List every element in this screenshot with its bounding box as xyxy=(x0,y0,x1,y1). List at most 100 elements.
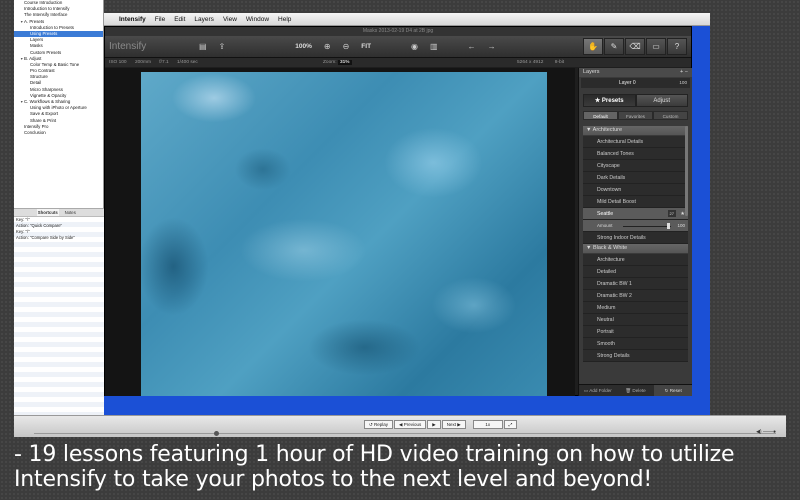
image-info-bar: ISO 100 200mm f/7.1 1/400 sec Zoom: 31% … xyxy=(105,58,691,67)
outline-item-label: Course Introduction xyxy=(24,0,63,5)
layer-opacity[interactable]: 100 xyxy=(679,78,687,88)
fullscreen-icon[interactable]: ⤢ xyxy=(503,420,518,429)
layer-row[interactable]: Layer 0 100 xyxy=(581,78,690,88)
outline-item[interactable]: Conclusion xyxy=(14,130,103,136)
reset-button[interactable]: ↻ Reset xyxy=(654,385,693,396)
tab-favorites[interactable]: Favorites xyxy=(618,111,653,120)
notes-tab-blank-2[interactable] xyxy=(82,209,105,216)
speed-field[interactable]: 1x xyxy=(472,420,503,429)
add-folder-button[interactable]: ▭ Add Folder xyxy=(579,385,617,396)
reset-label: Reset xyxy=(669,388,682,393)
preset-item[interactable]: Architecture xyxy=(583,254,688,266)
fit-button[interactable]: FIT xyxy=(361,43,371,50)
preview-eye-icon[interactable]: ◉ xyxy=(411,42,418,51)
open-folder-icon[interactable]: ▤ xyxy=(199,42,207,51)
category-label: Black & White xyxy=(592,245,628,251)
menu-app[interactable]: Intensify xyxy=(119,16,146,23)
preset-item[interactable]: Mild Detail Boost xyxy=(583,196,688,208)
outline-item-label: C. Workflows & Sharing xyxy=(24,99,71,104)
video-progress-knob[interactable] xyxy=(214,431,219,436)
outline-item-label: Detail xyxy=(30,80,42,86)
video-progress-track[interactable] xyxy=(34,433,776,434)
tab-notes[interactable]: Notes xyxy=(59,209,82,216)
preset-item[interactable]: Strong Indoor Details xyxy=(583,232,688,244)
menu-view[interactable]: View xyxy=(223,16,237,23)
preset-item[interactable]: Strong Details xyxy=(583,350,688,362)
zoom-value[interactable]: 31% xyxy=(337,60,352,65)
outline-item-label: Masks xyxy=(30,43,43,49)
outline-item-label: Conclusion xyxy=(24,129,46,135)
mask-tool-icon[interactable]: ▭ xyxy=(646,38,666,55)
tab-custom[interactable]: Custom xyxy=(653,111,688,120)
preset-item[interactable]: Dramatic BW 2 xyxy=(583,290,688,302)
menu-edit[interactable]: Edit xyxy=(174,16,185,23)
notes-tabs: Shortcuts Notes xyxy=(14,209,104,217)
share-icon[interactable]: ⇪ xyxy=(219,42,226,51)
preset-filter-tabs: Default Favorites Custom xyxy=(583,111,688,120)
layers-header: Layers + − xyxy=(579,68,692,77)
previous-button[interactable]: ◀ Previous xyxy=(394,420,427,429)
outline-item-label: A. Presets xyxy=(24,18,45,24)
play-button[interactable]: ▶ xyxy=(427,420,441,429)
tab-adjust[interactable]: Adjust xyxy=(635,94,688,107)
window-title: Masks 2013-02-19 D4 at 2B jpg xyxy=(105,27,691,36)
add-remove-layer-buttons[interactable]: + − xyxy=(680,68,688,77)
outline-item-label: Using Presets xyxy=(30,30,58,36)
delete-button[interactable]: 🗑 Delete xyxy=(617,385,655,396)
help-icon[interactable]: ? xyxy=(667,38,687,55)
outline-item-label: Introduction to Presets xyxy=(30,24,74,30)
tab-default[interactable]: Default xyxy=(583,111,618,120)
outline-item-label: Vignette & Opacity xyxy=(30,92,67,98)
preset-item[interactable]: Balanced Tones xyxy=(583,148,688,160)
tab-shortcuts[interactable]: Shortcuts xyxy=(36,209,59,216)
preset-item[interactable]: Medium xyxy=(583,302,688,314)
preset-item[interactable]: Smooth xyxy=(583,338,688,350)
next-label: Next xyxy=(446,422,457,427)
preset-item[interactable]: Dark Details xyxy=(583,172,688,184)
undo-icon[interactable]: ← xyxy=(468,42,476,51)
volume-icon[interactable]: ◀) ——● xyxy=(756,429,776,435)
zoom-in-icon[interactable]: ⊕ xyxy=(324,42,331,51)
notes-tab-blank[interactable] xyxy=(14,209,37,216)
redo-icon[interactable]: → xyxy=(488,42,496,51)
preset-item[interactable]: Detailed xyxy=(583,266,688,278)
preset-item[interactable]: Architectural Details xyxy=(583,136,688,148)
zoom-out-icon[interactable]: ⊖ xyxy=(343,42,350,51)
intensify-window: Masks 2013-02-19 D4 at 2B jpg Intensify … xyxy=(104,26,693,396)
tab-presets[interactable]: ★ Presets xyxy=(583,94,636,107)
menu-help[interactable]: Help xyxy=(278,16,291,23)
outline-item-label: Intensify Pro xyxy=(24,123,49,129)
preset-item[interactable]: Dramatic BW 1 xyxy=(583,278,688,290)
preset-list: ▼ Architecture Architectural Details Bal… xyxy=(583,126,688,382)
outline-item-label: The Intensify Interface xyxy=(24,12,68,18)
preset-item[interactable]: Cityscape xyxy=(583,160,688,172)
preset-item[interactable]: Downtown xyxy=(583,184,688,196)
toolbar: Intensify ▤ ⇪ 100% ⊕ ⊖ FIT ◉ ▥ ← → ✋ ✎ ⌫… xyxy=(105,36,691,58)
amount-slider-track[interactable] xyxy=(623,226,671,227)
hand-tool-icon[interactable]: ✋ xyxy=(583,38,603,55)
brush-tool-icon[interactable]: ✎ xyxy=(604,38,624,55)
menu-file[interactable]: File xyxy=(155,16,165,23)
ice-photo[interactable] xyxy=(141,72,547,396)
compare-icon[interactable]: ▥ xyxy=(430,42,438,51)
next-button[interactable]: Next ▶ xyxy=(441,420,466,429)
focal-length: 200mm xyxy=(134,60,151,65)
selected-preset-name: Seattle xyxy=(597,211,614,217)
preset-scrollbar[interactable] xyxy=(685,126,688,216)
image-dimensions: 5264 x 4912 xyxy=(517,60,544,65)
category-black-white[interactable]: ▼ Black & White xyxy=(583,244,688,253)
menu-window[interactable]: Window xyxy=(246,16,269,23)
category-architecture[interactable]: ▼ Architecture xyxy=(583,126,688,135)
outline-item-label: Structure xyxy=(30,74,48,80)
zoom-100-button[interactable]: 100% xyxy=(295,43,312,50)
preset-badge: 27 xyxy=(667,210,676,217)
menu-layers[interactable]: Layers xyxy=(194,16,214,23)
preset-item-selected[interactable]: Seattle 27 ★ xyxy=(583,208,688,220)
video-controls: ↺ Replay ◀ Previous ▶ Next ▶ 1x ⤢ ◀) ——● xyxy=(14,415,786,437)
eraser-tool-icon[interactable]: ⌫ xyxy=(625,38,645,55)
preset-item[interactable]: Portrait xyxy=(583,326,688,338)
preset-item[interactable]: Neutral xyxy=(583,314,688,326)
replay-button[interactable]: ↺ Replay xyxy=(364,420,394,429)
image-canvas[interactable] xyxy=(105,68,575,396)
amount-slider-knob[interactable] xyxy=(667,223,670,229)
